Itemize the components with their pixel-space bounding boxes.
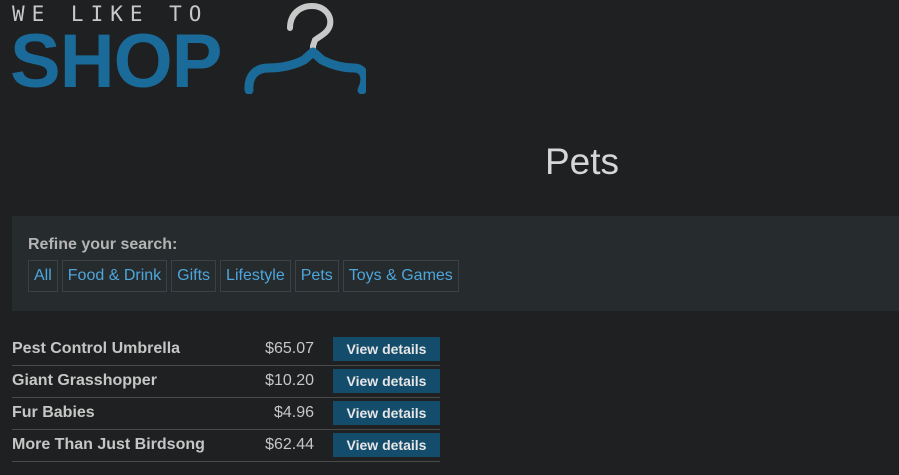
view-details-button[interactable]: View details xyxy=(333,401,440,425)
page-title: Pets xyxy=(544,141,620,182)
product-list: Pest Control Umbrella $65.07 View detail… xyxy=(12,334,440,462)
product-price: $65.07 xyxy=(265,340,314,357)
category-filters: All Food & Drink Gifts Lifestyle Pets To… xyxy=(28,260,459,292)
hanger-icon xyxy=(244,2,366,94)
refine-label: Refine your search: xyxy=(28,236,178,253)
product-name: More Than Just Birdsong xyxy=(12,436,205,453)
filter-pets[interactable]: Pets xyxy=(294,260,339,292)
filter-lifestyle[interactable]: Lifestyle xyxy=(220,260,291,292)
product-name: Fur Babies xyxy=(12,404,95,421)
view-details-button[interactable]: View details xyxy=(333,337,440,361)
refine-panel: Refine your search: All Food & Drink Gif… xyxy=(12,216,899,311)
product-name: Pest Control Umbrella xyxy=(12,340,181,357)
page: WE LIKE TO SHOP Pets Refine your search:… xyxy=(0,0,899,475)
filter-all[interactable]: All xyxy=(28,260,58,292)
product-row: More Than Just Birdsong $62.44 View deta… xyxy=(12,430,440,462)
site-logo[interactable]: WE LIKE TO SHOP xyxy=(10,0,372,104)
product-price: $10.20 xyxy=(265,372,314,389)
filter-toys-games[interactable]: Toys & Games xyxy=(342,260,459,292)
filter-food-drink[interactable]: Food & Drink xyxy=(61,260,168,292)
product-price: $4.96 xyxy=(273,404,314,421)
product-row: Giant Grasshopper $10.20 View details xyxy=(12,366,440,398)
view-details-button[interactable]: View details xyxy=(333,433,440,457)
product-row: Pest Control Umbrella $65.07 View detail… xyxy=(12,334,440,366)
product-price: $62.44 xyxy=(265,436,314,453)
product-name: Giant Grasshopper xyxy=(12,372,157,389)
filter-gifts[interactable]: Gifts xyxy=(171,260,217,292)
view-details-button[interactable]: View details xyxy=(333,369,440,393)
logo-wordmark: SHOP xyxy=(10,19,222,104)
product-row: Fur Babies $4.96 View details xyxy=(12,398,440,430)
